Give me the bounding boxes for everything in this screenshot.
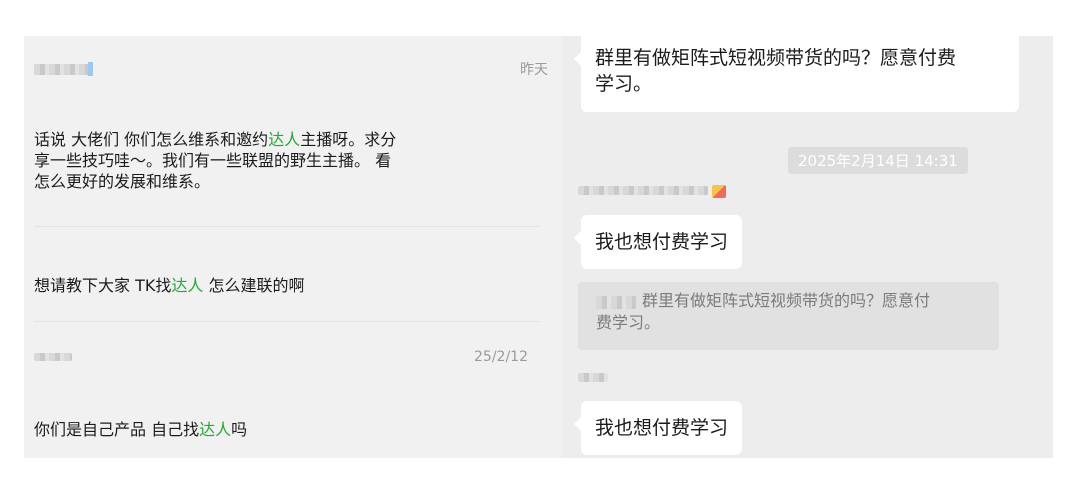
blue-tag-icon	[88, 62, 93, 76]
blurred-sender-name	[34, 64, 90, 75]
message-text[interactable]: 话说 大佬们 你们怎么维系和邀约达人主播呀。求分 享一些技巧哇～。我们有一些联盟…	[34, 108, 474, 192]
search-results-panel: 昨天 话说 大佬们 你们怎么维系和邀约达人主播呀。求分 享一些技巧哇～。我们有一…	[24, 36, 562, 458]
blurred-quoted-sender	[596, 296, 636, 309]
keyword-highlight: 达人	[199, 420, 232, 439]
divider	[34, 226, 539, 227]
message-text[interactable]: 你们是自己产品 自己找达人吗	[34, 398, 247, 440]
blurred-sender-name	[578, 373, 608, 382]
quoted-message[interactable]: 群里有做矩阵式短视频带货的吗？愿意付 费学习。	[578, 282, 999, 350]
chat-timestamp: 2025年2月14日 14:31	[788, 147, 968, 174]
blurred-sender-name	[578, 186, 708, 195]
keyword-highlight: 达人	[268, 130, 301, 149]
blurred-sender-name	[34, 353, 72, 361]
keyword-highlight: 达人	[171, 276, 204, 295]
message-bubble[interactable]: 我也想付费学习	[573, 215, 743, 269]
chat-panel: 群里有做矩阵式短视频带货的吗？愿意付费 学习。 2025年2月14日 14:31…	[562, 36, 1053, 458]
message-text[interactable]: 想请教下大家 TK找达人 怎么建联的啊	[34, 254, 304, 296]
emoji-icon	[712, 185, 726, 198]
message-bubble[interactable]: 我也想付费学习	[573, 401, 743, 455]
message-time: 昨天	[520, 62, 548, 78]
divider	[34, 321, 539, 322]
message-bubble[interactable]: 群里有做矩阵式短视频带货的吗？愿意付费 学习。	[574, 36, 1019, 112]
message-time: 25/2/12	[474, 349, 528, 365]
